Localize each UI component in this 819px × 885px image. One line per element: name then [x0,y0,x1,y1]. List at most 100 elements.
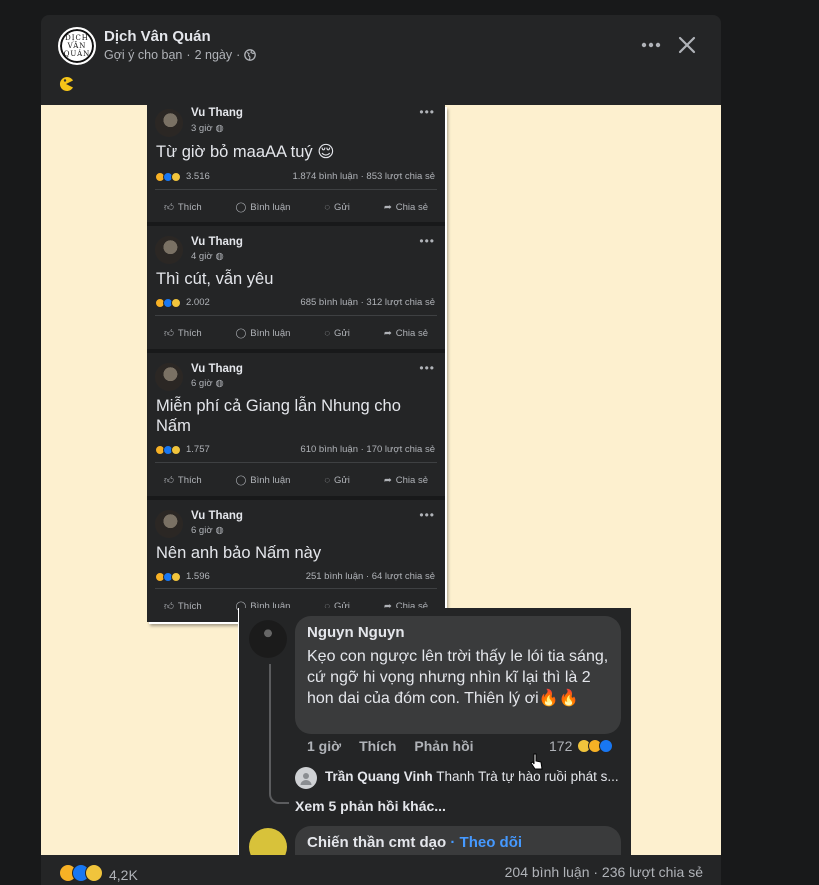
post-reactions[interactable]: 4,2K [59,864,138,885]
post-stats: 685 bình luận · 312 lượt chia sẻ [300,297,435,308]
screenshot-post-card: Vu Thang 4 giờ ◍ ••• Thì cút, vẫn yêu 2.0… [147,226,445,353]
like-action: 👍︎ Thích [164,201,202,214]
page-name[interactable]: Dịch Vân Quán [104,28,211,45]
post-author-avatar [155,363,183,391]
post-author-name: Vu Thang [191,510,243,522]
comment2-author-avatar [249,828,287,855]
more-horizontal-icon: ••• [419,361,435,375]
comment2-sep: · [450,834,456,851]
share-action: ➦ Chia sẻ [384,327,428,339]
globe-icon: ◍ [215,251,224,262]
haha-reaction-icon [171,171,181,182]
reply-author-name: Trần Quang Vinh [325,769,433,784]
comment-meta: 1 giờ Thích Phản hồi [307,738,474,754]
like-action: 👍︎ Thích [163,327,202,340]
send-action: ◌ Gửi [324,327,350,339]
messenger-icon: ◌ [324,201,330,213]
reply-author-avatar [295,767,317,789]
post-footer: 4,2K 204 bình luận · 236 lượt chia sẻ [41,855,721,885]
post-actions: 👍︎ Thích ◯ Bình luận ◌ Gửi ➦ Chia sẻ [147,474,445,487]
user-silhouette-icon [300,773,312,785]
post-meta: Gợi ý cho bạn · 2 ngày · [104,48,257,62]
post-author-avatar [155,236,183,264]
close-icon [678,36,696,54]
globe-icon [244,49,257,61]
screenshot-comments: Nguyn Nguyn Kẹo con ngược lên trời thấy … [239,608,631,855]
messenger-icon: ◌ [324,327,330,339]
post-time-label: 6 giờ ◍ [191,525,224,536]
like-label: Thích [177,474,202,486]
post-time-label: 3 giờ ◍ [191,123,224,134]
pacman-emoji-icon [59,77,73,91]
send-action: ◌ Gửi [324,201,350,213]
like-action: 👍︎ Thích [164,600,202,613]
meta-separator: · [186,48,191,62]
follow-link: Theo dõi [459,834,523,851]
page-avatar[interactable]: DỊCH VÂN QUÁN [58,27,96,65]
more-horizontal-icon: ••• [419,105,435,119]
screenshot-post-card: Vu Thang 6 giờ ◍ ••• Nên anh bảo Nấm này … [147,500,445,622]
post-time-text: 6 giờ [191,525,213,536]
send-label: Gửi [334,327,350,339]
post-text: Miễn phí cả Giang lẫn Nhung cho Nấm [156,397,401,435]
post-author-name: Vu Thang [191,363,243,375]
share-label: Chia sẻ [395,201,428,213]
messenger-icon: ◌ [324,474,330,486]
post-time-label: 6 giờ ◍ [191,378,224,389]
comment-reaction-count: 172 [549,738,614,754]
comment2-author-name: Chiến thần cmt dạo [307,834,447,851]
post-time-label: 4 giờ ◍ [191,251,224,262]
reaction-icons [59,864,103,885]
suggested-label: Gợi ý cho bạn [104,48,183,62]
reaction-count: 3.516 [186,171,210,182]
avatar-text-1: DỊCH [65,34,89,42]
thumbs-up-icon: 👍︎ [163,328,174,339]
post-text: Nên anh bảo Nấm này [156,544,322,562]
post-time[interactable]: 2 ngày [195,48,233,62]
post-modal: DỊCH VÂN QUÁN Dịch Vân Quán Gợi ý cho bạ… [41,15,721,885]
like-label: Thích [177,327,202,339]
globe-icon: ◍ [215,378,224,389]
hand-cursor-icon [530,753,543,770]
more-options-button[interactable] [639,33,663,57]
comment-icon: ◯ [235,327,247,339]
divider [155,315,437,316]
globe-icon: ◍ [215,123,224,134]
like-label: Thích [177,600,202,612]
reaction-summary: 1.757 [155,444,210,455]
globe-icon: ◍ [215,525,224,536]
thumbs-up-icon: 👍︎ [163,475,174,486]
divider [155,462,437,463]
haha-reaction-icon [171,571,181,582]
close-button[interactable] [674,32,700,58]
send-action: ◌ Gửi [324,474,350,486]
comment-like: Thích [359,738,397,754]
reaction-count: 1.757 [186,444,210,455]
comment-action: ◯ Bình luận [236,474,291,486]
post-stats: 251 bình luận · 64 lượt chia sẻ [305,571,435,582]
post-text: Từ giờ bỏ maaAA tuý 😌 [156,143,335,161]
haha-reaction-icon [171,297,181,308]
share-action: ➦ Chia sẻ [384,474,428,486]
comment-icon: ◯ [235,474,247,486]
reply-preview: Trần Quang Vinh Thanh Trà tự hào ruồi ph… [325,769,625,784]
share-icon: ➦ [383,474,392,486]
more-horizontal-icon: ••• [419,508,435,522]
post-stats: 610 bình luận · 170 lượt chia sẻ [300,444,435,455]
post-actions: 👍︎ Thích ◯ Bình luận ◌ Gửi ➦ Chia sẻ [147,327,445,340]
screenshot-post-card: Vu Thang 3 giờ ◍ ••• Từ giờ bỏ maaAA tuý … [147,105,445,226]
reaction-summary: 3.516 [155,171,210,182]
post-photo[interactable]: Vu Thang 3 giờ ◍ ••• Từ giờ bỏ maaAA tuý … [41,105,721,855]
post-header: DỊCH VÂN QUÁN Dịch Vân Quán Gợi ý cho bạ… [41,15,721,105]
comment-icon: ◯ [235,201,247,213]
share-label: Chia sẻ [395,474,428,486]
send-label: Gửi [334,201,350,213]
post-stats: 1.874 bình luận · 853 lượt chia sẻ [292,171,435,182]
comment-time: 1 giờ [307,738,342,754]
comment-label: Bình luận [250,201,291,213]
comment-label: Bình luận [250,327,291,339]
share-icon: ➦ [383,201,392,213]
post-stats-summary[interactable]: 204 bình luận · 236 lượt chia sẻ [505,864,703,880]
haha-reaction-icon [85,864,103,882]
share-action: ➦ Chia sẻ [384,201,428,213]
